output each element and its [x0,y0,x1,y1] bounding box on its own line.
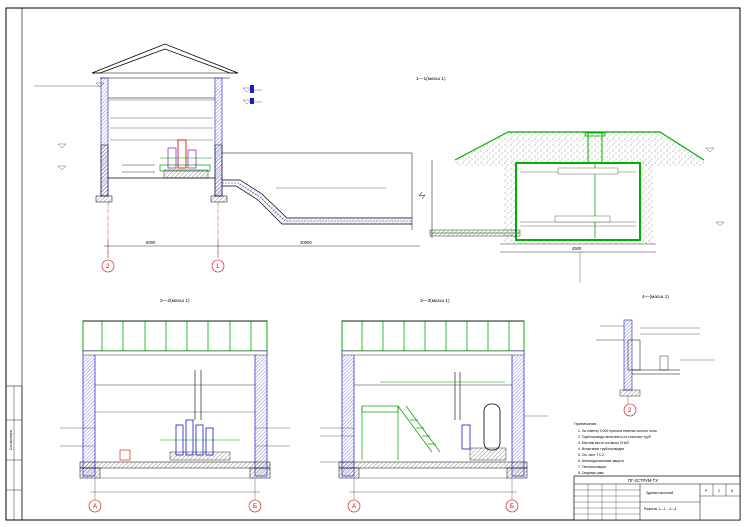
stamp-subtitle: Разрезы 1—1 .. 4—4 [644,507,676,511]
section-3-title: 3—3(масш 1) [420,298,450,304]
note-line: 3. Монтаж вести согласно СНиП [578,441,630,445]
pump-unit-top [159,139,212,179]
title-block: ПГ-2СТРУМ-ТХ Здание насосной Разрезы 1—1… [573,475,741,521]
axis-label-sec3-a: A [352,504,356,510]
note-line: 1. За отметку 0.000 принята отметка чист… [578,429,657,433]
dim-top-left: 6000 [146,240,156,245]
underground-tank [429,131,705,245]
drawing-sheet: Согласовано 1—1(масш 1) 6000 30000 4500 … [5,7,741,521]
note-line: 6. Антикоррозионная защита [578,459,624,463]
note-line: 4. Испытание трубопроводов [578,447,624,451]
node-4: 4—(масш 1) 2 [596,294,715,417]
stamp-title: Здание насосной [646,491,673,495]
pump-group-sec2 [119,370,240,461]
pressure-pipeline [222,179,412,225]
axis-label-sec2-b: Б [253,504,257,510]
axis-label-sec2-a: A [93,504,97,510]
dim-top-span: 30000 [300,240,312,245]
note-line: 2. Трубопроводы выполнить из стальных тр… [578,435,651,439]
stamp-sheet: 2 [718,489,720,493]
section-2-2: 2—2(масш 1) A Б [60,298,290,513]
service-stair [361,405,441,460]
note-line: 7. Теплоизоляция [578,465,606,469]
side-stamp-strip: Согласовано [5,385,23,521]
section-2-title: 2—2(масш 1) [160,298,190,304]
axis-label-sec3-b: Б [510,504,514,510]
notes-header: Примечания: [574,422,597,426]
notes-block: Примечания: 1. За отметку 0.000 принята … [574,422,657,475]
section-3-3: 3—3(масш 1) A Б [320,298,548,513]
note-line: 8. Сварные швы [578,471,604,475]
sheet-inner-border [21,7,741,521]
building-roof [91,43,239,74]
side-stamp-label: Согласовано [9,429,13,450]
section-1-1: 1—1(масш 1) 6000 30000 4500 2 1 [34,43,725,283]
hydro-tank [380,372,507,461]
tank-walls [515,162,641,241]
sheet-outer-border [5,7,741,521]
dim-tank-width: 4500 [572,246,582,251]
note-line: 5. См. лист ТХ-2 [578,453,604,457]
node-4-title: 4—(масш 1) [642,294,669,300]
section-1-title: 1—1(масш 1) [416,76,446,82]
stamp-code: ПГ-2СТРУМ-ТХ [628,478,658,483]
stamp-sheets: 8 [731,489,733,493]
